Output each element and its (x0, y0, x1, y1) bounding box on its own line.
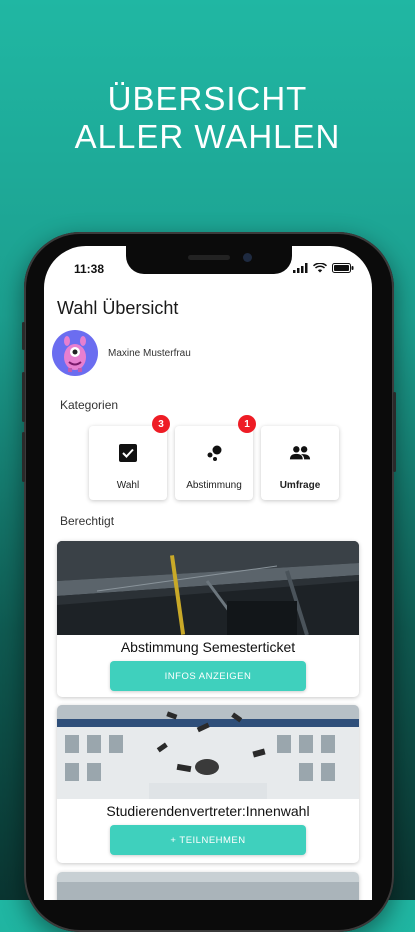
app-screen: 11:38 Wahl Übersicht Maxine Musterfrau K… (44, 246, 372, 900)
status-icons (293, 263, 354, 273)
card-image (57, 872, 359, 900)
people-icon (289, 442, 311, 464)
bubble-chart-icon (203, 442, 225, 464)
phone-volume-down (22, 432, 25, 482)
phone-mute-switch (22, 322, 25, 350)
speaker-grille (188, 255, 230, 260)
notification-badge: 1 (238, 415, 256, 433)
election-card: Abstimmung Semesterticket INFOS ANZEIGEN (57, 541, 359, 697)
category-umfrage[interactable]: Umfrage (261, 426, 339, 500)
status-time: 11:38 (74, 262, 105, 276)
category-wahl[interactable]: 3 Wahl (89, 415, 170, 500)
front-camera (243, 253, 252, 262)
headline-line-1: ÜBERSICHT (107, 80, 308, 117)
card-title: Studierendenvertreter:Innenwahl (106, 803, 310, 819)
election-card: Studierendenvertreter:Innenwahl + TEILNE… (57, 705, 359, 863)
bus-interior-image (57, 541, 359, 635)
category-label: Wahl (116, 480, 140, 491)
wifi-icon (313, 263, 327, 273)
user-profile[interactable]: Maxine Musterfrau (52, 330, 191, 376)
category-list: 3 Wahl 1 Abstimmung Umfrage (89, 415, 339, 500)
show-info-button[interactable]: INFOS ANZEIGEN (110, 661, 306, 691)
category-label: Umfrage (279, 480, 321, 491)
category-abstimmung[interactable]: 1 Abstimmung (175, 415, 256, 500)
participate-button[interactable]: + TEILNEHMEN (110, 825, 306, 855)
promo-headline: ÜBERSICHT ALLER WAHLEN (0, 80, 415, 156)
signal-icon (293, 263, 308, 273)
user-name: Maxine Musterfrau (108, 347, 191, 359)
phone-power-button (393, 392, 396, 472)
page-title: Wahl Übersicht (57, 298, 179, 318)
phone-volume-up (22, 372, 25, 422)
battery-icon (332, 263, 354, 273)
status-bar: 11:38 (44, 262, 372, 278)
election-card-partial (57, 872, 359, 900)
graduation-image (57, 705, 359, 799)
category-label: Abstimmung (186, 480, 242, 491)
card-title: Abstimmung Semesterticket (120, 639, 296, 655)
avatar[interactable] (52, 330, 98, 376)
notification-badge: 3 (152, 415, 170, 433)
categories-heading: Kategorien (60, 398, 119, 412)
eligible-heading: Berechtigt (60, 514, 115, 528)
checkbox-icon (117, 442, 139, 464)
headline-line-2: ALLER WAHLEN (74, 118, 341, 155)
monster-avatar-icon (64, 336, 86, 372)
